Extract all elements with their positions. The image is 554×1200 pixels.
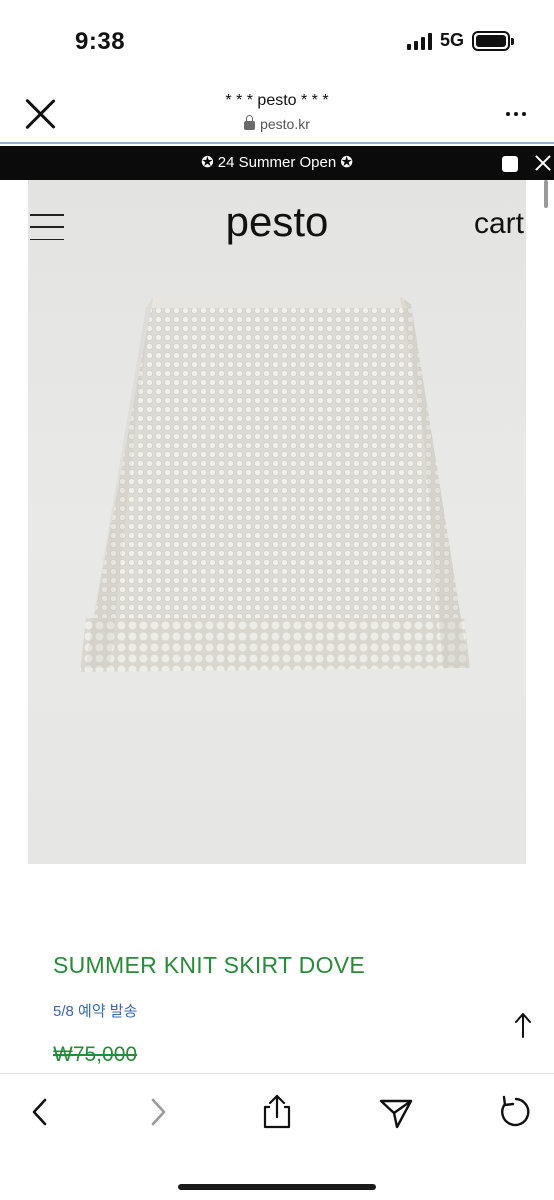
send-icon[interactable] — [376, 1092, 416, 1132]
cart-link[interactable]: cart — [474, 207, 524, 241]
banner-checkbox[interactable] — [502, 156, 518, 172]
product-price: ₩75,000 — [53, 1043, 138, 1066]
site-logo[interactable]: pesto — [28, 198, 526, 246]
product-hero: pesto cart — [28, 180, 526, 864]
banner-text: ✪ 24 Summer Open ✪ — [201, 154, 353, 171]
more-icon[interactable] — [506, 112, 526, 116]
lock-icon — [244, 115, 256, 130]
home-indicator[interactable] — [178, 1184, 376, 1190]
product-image — [80, 297, 470, 672]
announcement-banner: ✪ 24 Summer Open ✪ — [0, 146, 554, 180]
browser-toolbar — [0, 1073, 554, 1200]
site-header: pesto cart — [28, 180, 526, 270]
banner-close-icon[interactable] — [535, 155, 551, 171]
page-url[interactable]: pesto.kr — [0, 115, 554, 132]
page-scrollbar[interactable] — [544, 180, 548, 208]
product-name: SUMMER KNIT SKIRT DOVE — [53, 952, 366, 978]
page-title: * * * pesto * * * — [225, 92, 329, 109]
reload-icon[interactable] — [495, 1092, 535, 1132]
signal-icon — [406, 32, 432, 50]
share-icon[interactable] — [257, 1092, 297, 1132]
product-shipping-note: 5/8 예약 발송 — [53, 1003, 138, 1020]
battery-icon — [472, 30, 514, 51]
url-text: pesto.kr — [260, 116, 310, 132]
status-time: 9:38 — [75, 28, 126, 55]
status-indicators: 5G — [406, 30, 514, 51]
scroll-to-top-icon[interactable] — [508, 1010, 538, 1040]
network-type: 5G — [439, 30, 464, 50]
battery-fill — [476, 34, 506, 47]
browser-header: * * * pesto * * * pesto.kr — [0, 80, 554, 144]
back-icon[interactable] — [20, 1092, 60, 1132]
status-bar: 9:38 5G — [0, 0, 554, 80]
forward-icon[interactable] — [138, 1092, 178, 1132]
